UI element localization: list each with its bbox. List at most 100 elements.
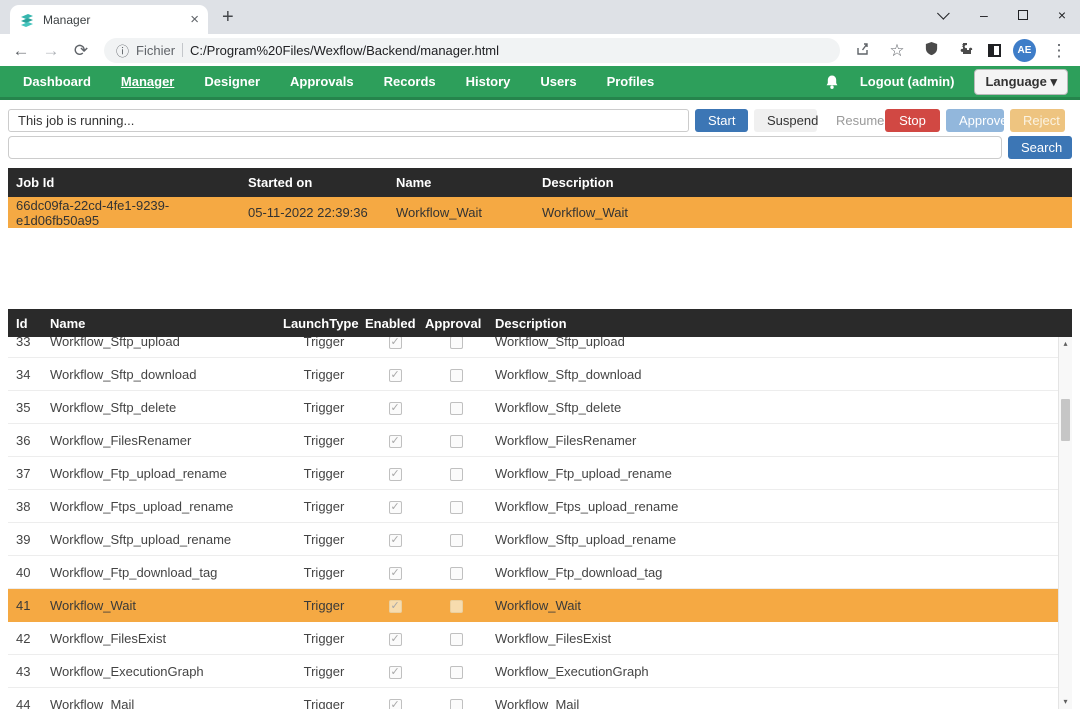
nav-item-profiles[interactable]: Profiles	[592, 74, 670, 89]
nav-item-designer[interactable]: Designer	[189, 74, 275, 89]
wf-id-cell: 42	[8, 631, 50, 646]
enabled-checkbox[interactable]	[389, 633, 402, 646]
approval-checkbox[interactable]	[450, 435, 463, 448]
tab-title: Manager	[43, 13, 182, 27]
reject-button[interactable]: Reject	[1010, 109, 1065, 132]
wf-description-cell: Workflow_Sftp_upload_rename	[487, 532, 1058, 547]
workflow-row[interactable]: 41 Workflow_Wait Trigger Workflow_Wait	[8, 589, 1058, 622]
share-icon[interactable]	[852, 41, 874, 60]
enabled-checkbox[interactable]	[389, 369, 402, 382]
logout-link[interactable]: Logout (admin)	[860, 74, 955, 89]
workflow-row[interactable]: 38 Workflow_Ftps_upload_rename Trigger W…	[8, 490, 1058, 523]
reader-square-icon[interactable]	[988, 44, 1001, 57]
nav-item-dashboard[interactable]: Dashboard	[8, 74, 106, 89]
approval-checkbox[interactable]	[450, 699, 463, 709]
search-input[interactable]	[8, 136, 1002, 159]
workflows-rows-container: 33 Workflow_Sftp_upload Trigger Workflow…	[8, 337, 1058, 709]
reload-icon[interactable]: ⟳	[70, 42, 92, 59]
close-tab-icon[interactable]: ×	[190, 12, 199, 27]
approval-checkbox[interactable]	[450, 337, 463, 349]
profile-avatar[interactable]: AE	[1013, 39, 1036, 62]
wf-enabled-cell	[365, 432, 425, 447]
scrollbar-down-icon[interactable]: ▾	[1059, 695, 1072, 709]
approval-checkbox[interactable]	[450, 468, 463, 481]
back-icon[interactable]: ←	[10, 42, 32, 59]
wf-header-launchtype: LaunchType	[283, 316, 365, 331]
approval-checkbox[interactable]	[450, 402, 463, 415]
wf-header-description: Description	[487, 316, 1072, 331]
workflow-row[interactable]: 35 Workflow_Sftp_delete Trigger Workflow…	[8, 391, 1058, 424]
jobs-table: Job Id Started on Name Description 66dc0…	[8, 168, 1072, 228]
scrollbar-thumb[interactable]	[1061, 399, 1070, 441]
wf-name-cell: Workflow_Ftps_upload_rename	[50, 499, 283, 514]
wf-enabled-cell	[365, 366, 425, 381]
workflow-row[interactable]: 37 Workflow_Ftp_upload_rename Trigger Wo…	[8, 457, 1058, 490]
approval-checkbox[interactable]	[450, 534, 463, 547]
enabled-checkbox[interactable]	[389, 567, 402, 580]
wf-enabled-cell	[365, 531, 425, 546]
enabled-checkbox[interactable]	[389, 435, 402, 448]
language-dropdown[interactable]: Language ▾	[974, 69, 1068, 95]
table-scrollbar[interactable]: ▴ ▾	[1058, 337, 1072, 709]
resume-button[interactable]: Resume	[823, 109, 876, 132]
start-button[interactable]: Start	[695, 109, 748, 132]
wf-id-cell: 39	[8, 532, 50, 547]
wf-approval-cell	[425, 337, 487, 349]
approve-button[interactable]: Approve	[946, 109, 1004, 132]
workflow-row[interactable]: 34 Workflow_Sftp_download Trigger Workfl…	[8, 358, 1058, 391]
extensions-puzzle-icon[interactable]	[954, 41, 976, 60]
stop-button[interactable]: Stop	[885, 109, 940, 132]
approval-checkbox[interactable]	[450, 600, 463, 613]
maximize-button[interactable]	[1018, 10, 1028, 20]
browser-tab[interactable]: Manager ×	[10, 5, 208, 34]
workflow-row[interactable]: 33 Workflow_Sftp_upload Trigger Workflow…	[8, 337, 1058, 358]
forward-icon[interactable]: →	[40, 42, 62, 59]
chevron-down-icon[interactable]	[937, 7, 950, 20]
info-icon[interactable]: ⓘ	[116, 41, 129, 60]
wf-id-cell: 40	[8, 565, 50, 580]
scrollbar-up-icon[interactable]: ▴	[1059, 337, 1072, 351]
workflow-row[interactable]: 39 Workflow_Sftp_upload_rename Trigger W…	[8, 523, 1058, 556]
suspend-button[interactable]: Suspend	[754, 109, 817, 132]
new-tab-button[interactable]: +	[222, 6, 234, 29]
enabled-checkbox[interactable]	[389, 666, 402, 679]
approval-checkbox[interactable]	[450, 633, 463, 646]
workflow-row[interactable]: 44 Workflow_Mail Trigger Workflow_Mail	[8, 688, 1058, 709]
address-bar[interactable]: ⓘ Fichier C:/Program%20Files/Wexflow/Bac…	[104, 38, 840, 63]
job-status-input[interactable]	[8, 109, 689, 132]
workflow-row[interactable]: 42 Workflow_FilesExist Trigger Workflow_…	[8, 622, 1058, 655]
nav-item-users[interactable]: Users	[525, 74, 591, 89]
job-row[interactable]: 66dc09fa-22cd-4fe1-9239-e1d06fb50a95 05-…	[8, 197, 1072, 228]
minimize-button[interactable]: –	[980, 8, 988, 22]
approval-checkbox[interactable]	[450, 666, 463, 679]
adblock-shield-icon[interactable]	[920, 41, 942, 59]
nav-item-records[interactable]: Records	[369, 74, 451, 89]
workflow-row[interactable]: 43 Workflow_ExecutionGraph Trigger Workf…	[8, 655, 1058, 688]
workflow-row[interactable]: 36 Workflow_FilesRenamer Trigger Workflo…	[8, 424, 1058, 457]
search-row: Search	[8, 136, 1072, 159]
close-window-button[interactable]: ×	[1058, 8, 1066, 22]
enabled-checkbox[interactable]	[389, 600, 402, 613]
enabled-checkbox[interactable]	[389, 699, 402, 709]
approval-checkbox[interactable]	[450, 369, 463, 382]
wf-launchtype-cell: Trigger	[283, 400, 365, 415]
approval-checkbox[interactable]	[450, 501, 463, 514]
wf-launchtype-cell: Trigger	[283, 367, 365, 382]
notifications-bell-icon[interactable]	[824, 74, 840, 90]
workflow-row[interactable]: 40 Workflow_Ftp_download_tag Trigger Wor…	[8, 556, 1058, 589]
enabled-checkbox[interactable]	[389, 534, 402, 547]
nav-item-manager[interactable]: Manager	[106, 74, 189, 89]
search-button[interactable]: Search	[1008, 136, 1072, 159]
wf-enabled-cell	[365, 663, 425, 678]
nav-item-approvals[interactable]: Approvals	[275, 74, 369, 89]
enabled-checkbox[interactable]	[389, 402, 402, 415]
enabled-checkbox[interactable]	[389, 468, 402, 481]
menu-kebab-icon[interactable]: ⋮	[1048, 42, 1070, 59]
bookmark-star-icon[interactable]: ☆	[886, 42, 908, 59]
wf-header-id: Id	[8, 316, 50, 331]
approval-checkbox[interactable]	[450, 567, 463, 580]
wf-approval-cell	[425, 432, 487, 447]
enabled-checkbox[interactable]	[389, 501, 402, 514]
nav-item-history[interactable]: History	[451, 74, 526, 89]
enabled-checkbox[interactable]	[389, 337, 402, 349]
